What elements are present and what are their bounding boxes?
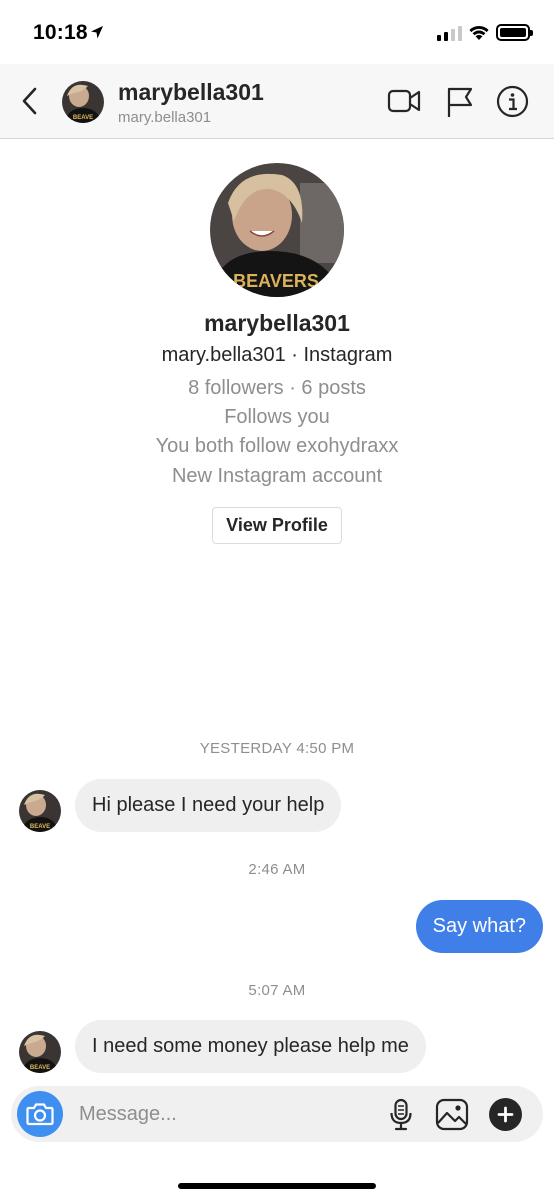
svg-text:BEAVE: BEAVE — [30, 824, 50, 830]
incoming-message-bubble[interactable]: I need some money please help me — [75, 1020, 426, 1073]
profile-mutual-follow: You both follow exohydraxx — [155, 435, 399, 457]
header-username: mary.bella301 — [118, 109, 212, 126]
plus-icon — [497, 1106, 514, 1123]
back-chevron-icon[interactable] — [18, 86, 42, 116]
status-bar: 10:18 — [0, 0, 554, 64]
camera-icon — [26, 1103, 54, 1126]
svg-text:BEAVE: BEAVE — [73, 115, 93, 121]
profile-follows-you: Follows you — [224, 406, 330, 428]
shirt-text: BEAVERS — [233, 271, 319, 291]
profile-name: marybella301 — [204, 310, 350, 336]
camera-button[interactable] — [17, 1091, 63, 1137]
header-display-name[interactable]: marybella301 — [118, 79, 264, 106]
message-timestamp: 5:07 AM — [248, 982, 306, 999]
video-call-icon[interactable] — [387, 88, 421, 114]
battery-icon — [496, 24, 533, 41]
microphone-icon[interactable] — [389, 1098, 413, 1131]
info-icon[interactable] — [496, 85, 529, 118]
sender-avatar[interactable]: BEAVE — [19, 1031, 61, 1073]
profile-avatar[interactable]: BEAVERS — [210, 163, 344, 297]
profile-stats: 8 followers · 6 posts — [188, 377, 366, 399]
message-timestamp: YESTERDAY 4:50 PM — [199, 740, 355, 757]
status-time: 10:18 — [33, 21, 88, 44]
wifi-icon — [469, 25, 489, 40]
outgoing-message-bubble[interactable]: Say what? — [415, 900, 543, 953]
profile-account-note: New Instagram account — [171, 465, 383, 487]
message-input[interactable] — [79, 1099, 369, 1129]
incoming-message-bubble[interactable]: Hi please I need your help — [75, 779, 342, 832]
cellular-signal-icon — [437, 26, 462, 41]
location-arrow-icon — [91, 26, 103, 39]
gallery-icon[interactable] — [435, 1098, 469, 1131]
message-timestamp: 2:46 AM — [248, 861, 306, 878]
svg-text:BEAVE: BEAVE — [30, 1065, 50, 1071]
profile-handle: mary.bella301 · Instagram — [161, 344, 393, 366]
message-composer — [11, 1086, 543, 1142]
home-indicator — [178, 1183, 376, 1189]
add-button[interactable] — [489, 1098, 522, 1131]
flag-icon[interactable] — [446, 86, 474, 118]
sender-avatar[interactable]: BEAVE — [19, 790, 61, 832]
chat-header: BEAVE marybella301 mary.bella301 — [0, 64, 554, 139]
view-profile-button[interactable]: View Profile — [212, 507, 342, 544]
header-avatar[interactable]: BEAVE — [62, 81, 104, 123]
